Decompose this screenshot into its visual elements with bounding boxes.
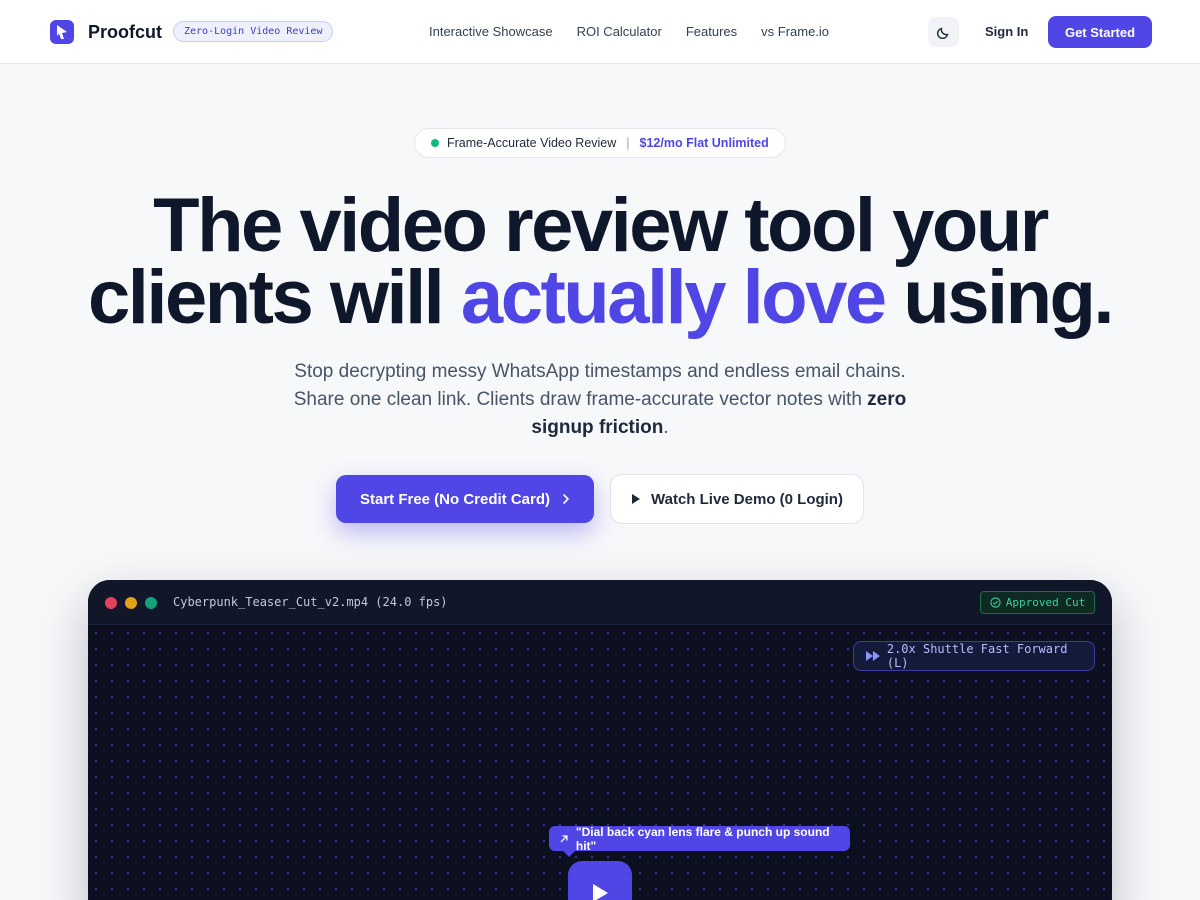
arrow-up-right-icon [560,834,568,842]
window-maximize-dot[interactable] [145,597,157,609]
headline-accent: actually love [460,255,887,340]
start-free-label: Start Free (No Credit Card) [359,490,551,508]
hero-headline: The video review tool your clients will … [0,188,1200,336]
top-nav: Proofcut Zero-Login Video Review Interac… [0,0,1200,64]
get-started-button[interactable]: Get Started [1048,16,1152,48]
headline-pre: clients will [87,255,461,340]
approved-badge: Approved Cut [980,591,1095,614]
pill-label: Frame-Accurate Video Review [447,136,617,150]
nav-links: Interactive Showcase ROI Calculator Feat… [429,22,829,42]
nav-link-roi-calculator[interactable]: ROI Calculator [577,22,662,42]
hero-subtitle: Stop decrypting messy WhatsApp timestamp… [270,358,930,442]
theme-toggle-button[interactable] [928,17,959,47]
status-dot-icon [431,139,439,147]
window-close-dot[interactable] [105,597,117,609]
play-icon [593,884,608,900]
video-file-name: Cyberpunk_Teaser_Cut_v2.mp4 (24.0 fps) [173,595,448,609]
headline-post: using. [884,255,1114,340]
nav-link-vs-frameio[interactable]: vs Frame.io [761,22,829,42]
subtitle-text: Stop decrypting messy WhatsApp timestamp… [293,361,906,410]
player-title-bar: Cyberpunk_Teaser_Cut_v2.mp4 (24.0 fps) A… [88,580,1112,625]
subtitle-end: . [663,417,669,438]
check-circle-icon [990,597,1001,608]
pill-price: $12/mo Flat Unlimited [639,136,769,150]
chevron-right-icon [563,494,570,504]
watch-demo-label: Watch Live Demo (0 Login) [651,490,843,508]
shuttle-indicator: 2.0x Shuttle Fast Forward (L) [853,641,1095,671]
fast-forward-icon [866,651,880,661]
hero-pill-badge: Frame-Accurate Video Review | $12/mo Fla… [414,128,786,158]
brand-name[interactable]: Proofcut [88,20,162,44]
logo-icon[interactable] [50,20,74,44]
video-player-preview: Cyberpunk_Teaser_Cut_v2.mp4 (24.0 fps) A… [88,580,1112,900]
video-stage[interactable]: 2.0x Shuttle Fast Forward (L) "Dial back… [88,625,1112,900]
brand-badge: Zero-Login Video Review [173,21,334,42]
start-free-button[interactable]: Start Free (No Credit Card) [336,475,594,523]
shuttle-label: 2.0x Shuttle Fast Forward (L) [886,642,1068,670]
annotation-note-text: "Dial back cyan lens flare & punch up so… [575,824,830,853]
annotation-note[interactable]: "Dial back cyan lens flare & punch up so… [549,824,850,857]
play-icon [632,494,641,504]
watch-demo-button[interactable]: Watch Live Demo (0 Login) [610,474,864,524]
pill-separator: | [626,136,630,150]
sign-in-link[interactable]: Sign In [985,22,1028,42]
approved-label: Approved Cut [1005,596,1086,609]
nav-link-features[interactable]: Features [686,22,737,42]
play-button[interactable] [568,861,632,900]
window-minimize-dot[interactable] [125,597,137,609]
moon-icon [936,27,948,39]
nav-link-interactive-showcase[interactable]: Interactive Showcase [429,22,553,42]
